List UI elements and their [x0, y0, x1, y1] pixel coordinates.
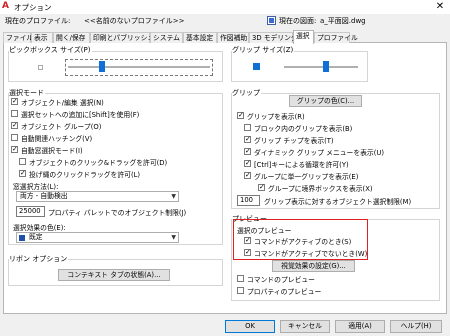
pickbox-preview: [38, 65, 43, 70]
window-method-select[interactable]: 両方 - 自動検出 ▼: [16, 191, 179, 202]
label-press-drag: オブジェクトのクリック&ドラッグを許可(D): [29, 159, 168, 167]
tab-bar: ファイル 表示 開く/保存 印刷とパブリッシュ システム 基本設定 作図補助 3…: [3, 30, 447, 44]
label-command-preview: コマンドのプレビュー: [247, 276, 315, 284]
tab-selection[interactable]: 選択: [293, 30, 314, 44]
checkbox-lasso[interactable]: ✓: [19, 170, 26, 177]
label-property-preview: プロパティのプレビュー: [247, 288, 322, 296]
checkbox-preview-no-command[interactable]: ✓: [244, 249, 251, 256]
pickbox-slider-track[interactable]: [68, 66, 210, 68]
tab-open-save[interactable]: 開く/保存: [53, 32, 90, 43]
label-shift-add: 選択セットへの追加に[Shift]を使用(F): [21, 111, 140, 119]
title-bar: A オプション ✕: [0, 0, 450, 14]
palette-limit-label: プロパティ パレットでのオブジェクト制限(J): [48, 209, 187, 217]
tab-plot-publish[interactable]: 印刷とパブリッシュ: [90, 32, 154, 43]
visual-effect-settings-button[interactable]: 視覚効果の設定(G)...: [272, 260, 355, 272]
grip-preview-square: [253, 63, 260, 70]
checkbox-object-group[interactable]: ✓: [11, 122, 18, 129]
label-bounding-box-groups: グループに境界ボックスを表示(X): [268, 185, 373, 193]
effect-color-select[interactable]: 既定 ▼: [16, 232, 179, 243]
tab-drafting[interactable]: 作図補助: [217, 32, 249, 43]
gripsize-label: グリップ サイズ(Z): [232, 45, 295, 55]
drawing-label: 現在の図面:: [279, 17, 317, 25]
checkbox-grip-tips[interactable]: ✓: [244, 136, 251, 143]
checkbox-grips-in-blocks[interactable]: [244, 124, 251, 131]
pickbox-label: ピックボックス サイズ(P): [9, 45, 92, 55]
tab-user-preferences[interactable]: 基本設定: [183, 32, 217, 43]
gripsize-slider-thumb[interactable]: [323, 61, 329, 72]
checkbox-dynamic-grip-menu[interactable]: ✓: [244, 148, 251, 155]
palette-limit-input[interactable]: 25000: [16, 206, 45, 217]
ok-button[interactable]: OK: [225, 320, 275, 333]
window-title: オプション: [14, 3, 52, 12]
checkbox-implied-window[interactable]: ✓: [11, 146, 18, 153]
label-show-grips: グリップを表示(R): [247, 113, 305, 121]
label-assoc-hatch: 自動関連ハッチング(V): [21, 135, 93, 143]
checkbox-assoc-hatch[interactable]: [11, 134, 18, 141]
effect-color-label: 選択効果の色(E):: [13, 224, 66, 232]
chevron-down-icon: ▼: [171, 193, 176, 200]
checkbox-shift-add[interactable]: [11, 110, 18, 117]
label-implied-window: 自動窓選択モード(I): [21, 147, 83, 155]
label-grip-tips: グリップ チップを表示(T): [254, 137, 334, 145]
selection-preview-label: 選択のプレビュー: [237, 227, 292, 235]
label-dynamic-grip-menu: ダイナミック グリップ メニューを表示(U): [254, 149, 385, 157]
checkbox-ctrl-cycling[interactable]: ✓: [244, 160, 251, 167]
chevron-down-icon: ▼: [171, 234, 176, 241]
contextual-tab-states-button[interactable]: コンテキスト タブの状態(A)...: [58, 269, 170, 281]
color-swatch-icon: [19, 235, 25, 241]
apply-button[interactable]: 適用(A): [335, 320, 385, 333]
profile-value: <<名前のないプロファイル>>: [84, 17, 185, 25]
pickbox-slider-thumb[interactable]: [99, 61, 105, 72]
grips-label: グリップ: [232, 88, 261, 98]
cancel-button[interactable]: キャンセル: [280, 320, 330, 333]
grip-colors-button[interactable]: グリップの色(C)...: [289, 95, 362, 107]
drawing-value: a_平面図.dwg: [320, 17, 366, 25]
drawing-file-icon: [267, 16, 276, 25]
close-icon[interactable]: ✕: [432, 1, 448, 13]
tab-display[interactable]: 表示: [31, 32, 53, 43]
checkbox-preview-command-active[interactable]: ✓: [244, 237, 251, 244]
tab-files[interactable]: ファイル: [3, 32, 33, 43]
grip-limit-input[interactable]: 100: [237, 195, 260, 206]
checkbox-property-preview[interactable]: [237, 287, 244, 294]
label-preview-command-active: コマンドがアクティブのとき(S): [254, 238, 352, 246]
label-lasso: 投げ縄のクリックドラッグを許可(L): [29, 171, 141, 179]
checkbox-bounding-box-groups[interactable]: ✓: [258, 184, 265, 191]
grip-limit-label: グリップ表示に対するオブジェクト選択制限(M): [264, 198, 412, 206]
tab-3d-modeling[interactable]: 3D モデリング: [249, 32, 298, 43]
label-preview-no-command: コマンドがアクティブでないとき(W): [254, 250, 368, 258]
autocad-logo-icon: A: [2, 1, 9, 11]
ribbon-label: リボン オプション: [9, 254, 69, 264]
label-ctrl-cycling: [Ctrl]キーによる循環を許可(Y): [254, 161, 349, 169]
label-noun-verb: オブジェクト/編集 選択(N): [21, 99, 104, 107]
checkbox-single-grip-groups[interactable]: ✓: [244, 172, 251, 179]
checkbox-show-grips[interactable]: ✓: [237, 112, 244, 119]
checkbox-command-preview[interactable]: [237, 275, 244, 282]
label-grips-in-blocks: ブロック内のグリップを表示(B): [254, 125, 353, 133]
profile-label: 現在のプロファイル:: [5, 17, 71, 25]
tab-profiles[interactable]: プロファイル: [314, 32, 358, 43]
label-object-group: オブジェクト グループ(O): [21, 123, 102, 131]
window-method-label: 窓選択方法(L):: [13, 183, 59, 191]
checkbox-press-drag[interactable]: [19, 158, 26, 165]
gripsize-slider-track[interactable]: [284, 66, 358, 68]
tab-system[interactable]: システム: [150, 32, 183, 43]
label-single-grip-groups: グループに単一グリップを表示(E): [254, 173, 359, 181]
checkbox-noun-verb[interactable]: ✓: [11, 98, 18, 105]
window-method-value: 両方 - 自動検出: [20, 192, 68, 200]
help-button[interactable]: ヘルプ(H): [390, 320, 442, 333]
